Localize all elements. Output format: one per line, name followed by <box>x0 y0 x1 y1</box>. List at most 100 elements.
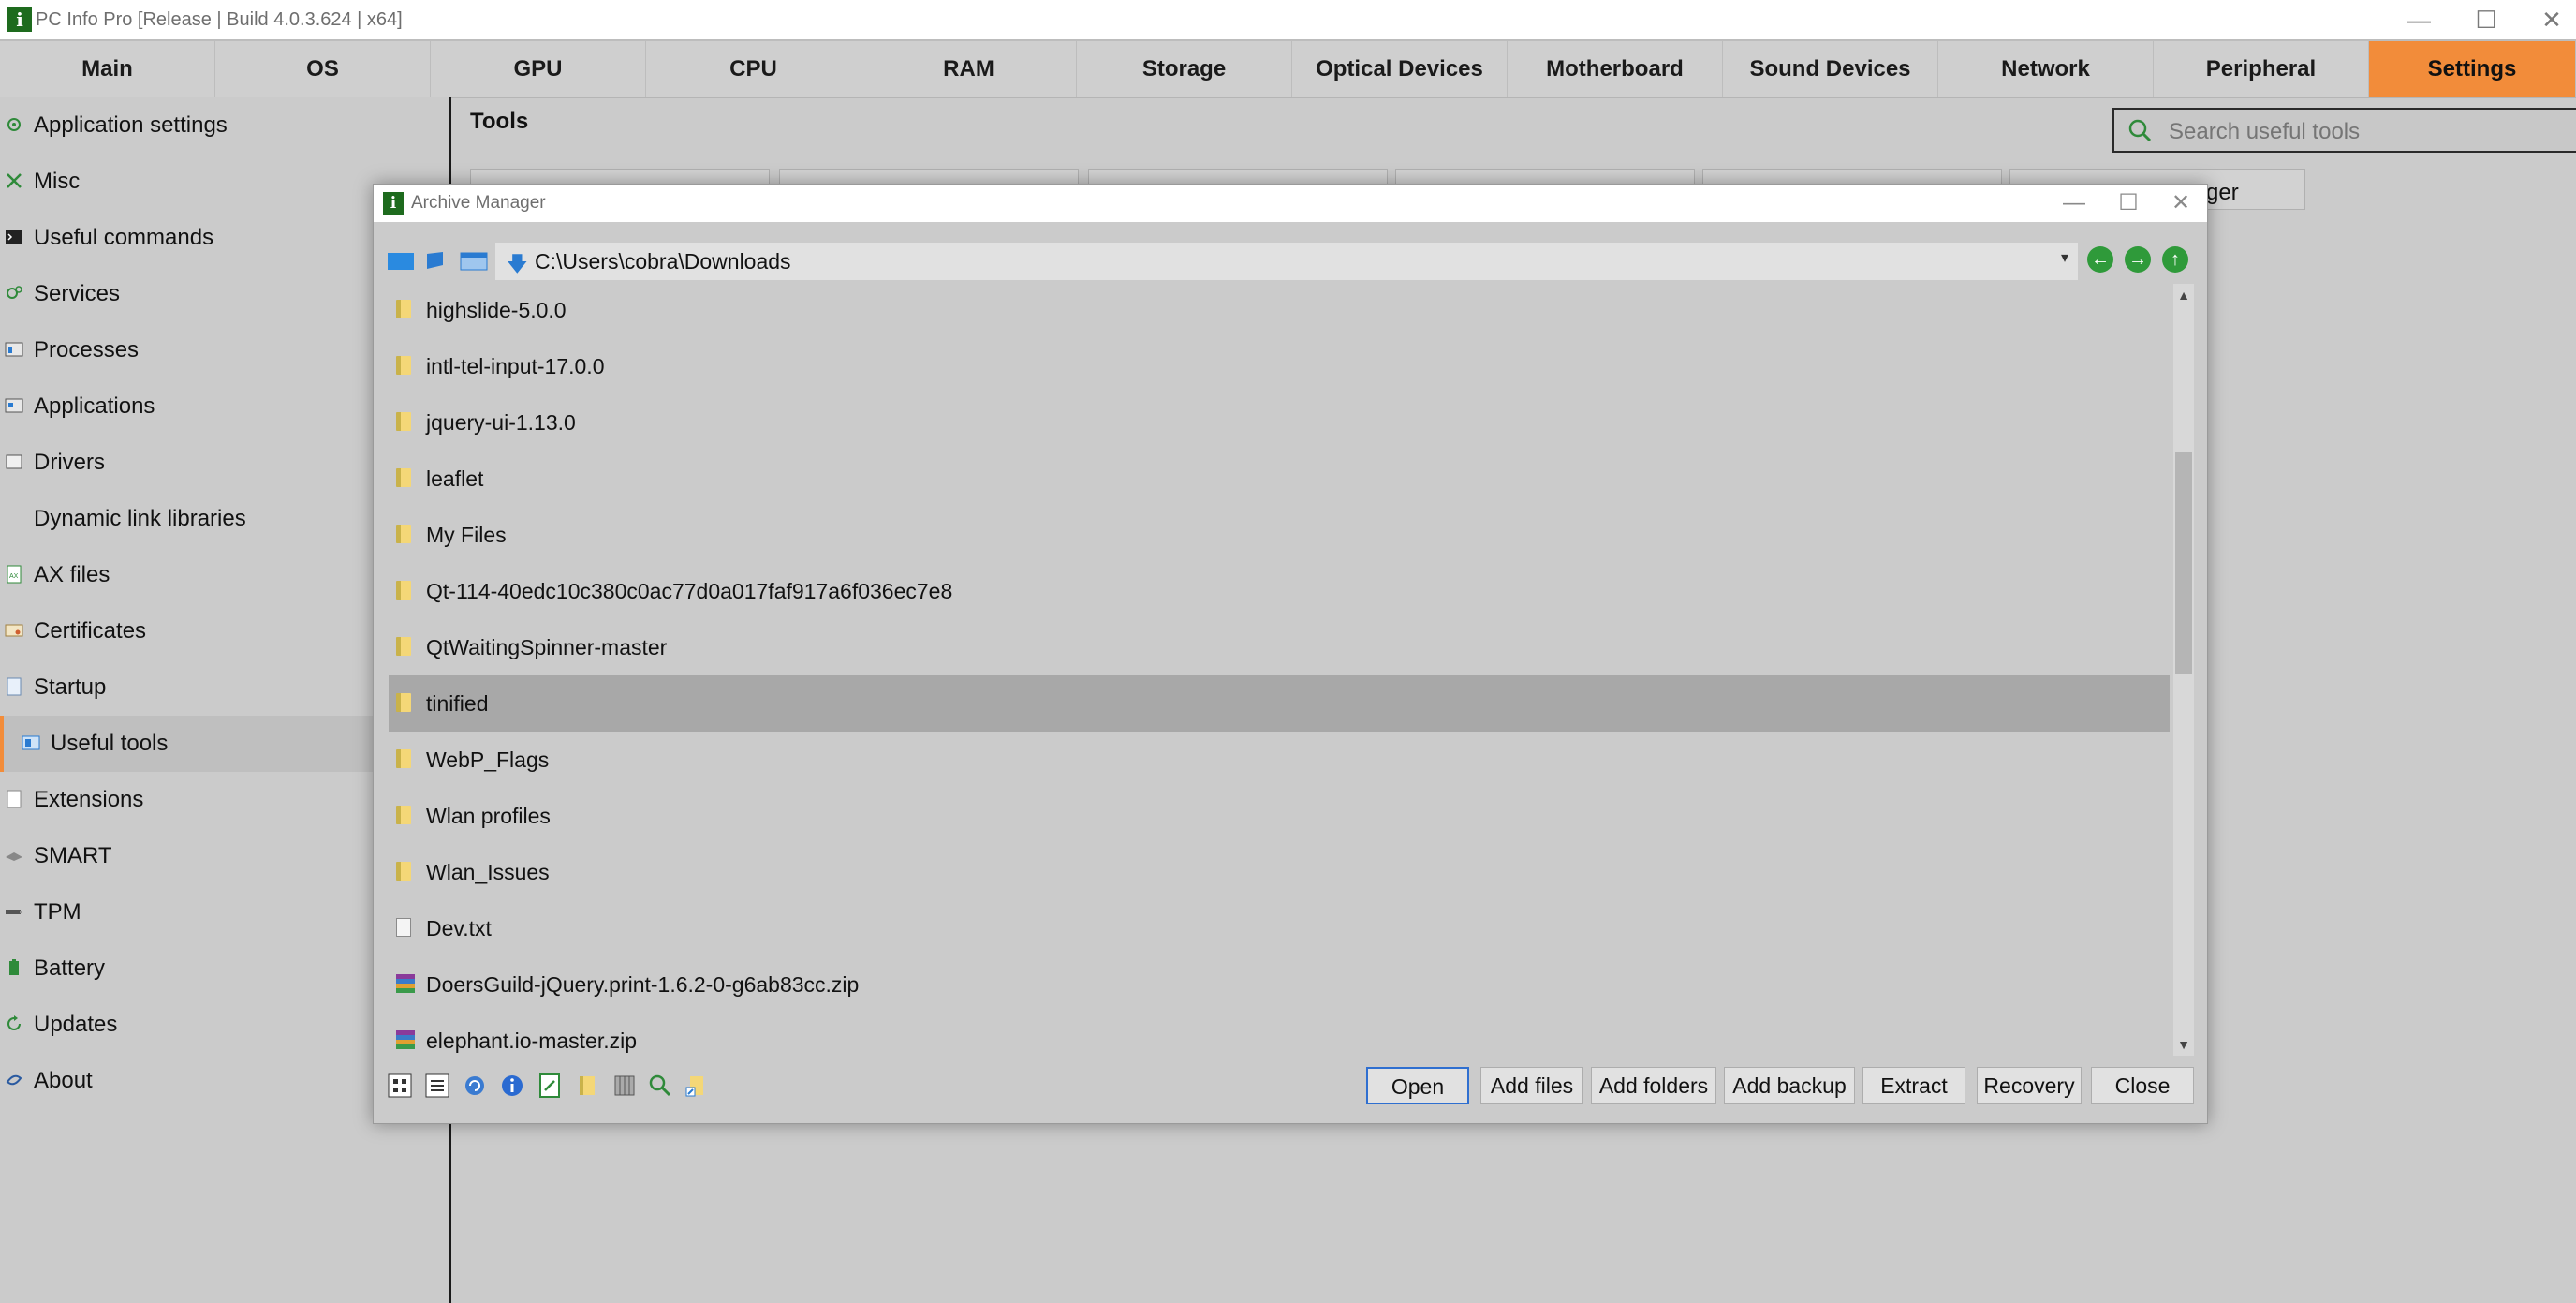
sidebar-item-label: About <box>34 1068 93 1093</box>
add-backup-button[interactable]: Add backup <box>1724 1067 1855 1104</box>
open-button[interactable]: Open <box>1366 1067 1469 1104</box>
grid-view-icon[interactable] <box>387 1073 413 1099</box>
list-item[interactable]: My Files <box>389 507 2170 563</box>
folder-icon[interactable] <box>574 1073 600 1099</box>
forward-button[interactable]: → <box>2125 246 2151 273</box>
close-window-button[interactable]: ✕ <box>2519 0 2576 39</box>
dialog-close-button[interactable]: ✕ <box>2153 185 2209 222</box>
tab-gpu[interactable]: GPU <box>431 41 646 97</box>
list-item[interactable]: Dev.txt <box>389 900 2170 956</box>
sidebar-item-label: Dynamic link libraries <box>34 506 246 531</box>
list-item[interactable]: jquery-ui-1.13.0 <box>389 394 2170 451</box>
sidebar-item-useful-commands[interactable]: Useful commands <box>0 210 213 266</box>
edit-icon[interactable] <box>537 1073 563 1099</box>
folder-icon <box>396 356 411 375</box>
tab-main[interactable]: Main <box>0 41 215 97</box>
search-input[interactable] <box>2167 117 2573 147</box>
list-item[interactable]: QtWaitingSpinner-master <box>389 619 2170 675</box>
tab-os[interactable]: OS <box>215 41 431 97</box>
sidebar-item-smart[interactable]: SMART <box>0 828 112 884</box>
sidebar-item-processes[interactable]: Processes <box>0 322 139 378</box>
add-folders-button[interactable]: Add folders <box>1591 1067 1716 1104</box>
sidebar-item-label: Startup <box>34 674 107 700</box>
scroll-thumb[interactable] <box>2175 452 2192 674</box>
close-button[interactable]: Close <box>2091 1067 2194 1104</box>
maximize-button[interactable]: ☐ <box>2453 0 2519 39</box>
tab-ram[interactable]: RAM <box>861 41 1077 97</box>
recovery-button[interactable]: Recovery <box>1977 1067 2082 1104</box>
scroll-up-icon[interactable]: ▲ <box>2173 284 2194 306</box>
minimize-button[interactable]: — <box>2386 0 2451 39</box>
list-item[interactable]: elephant.io-master.zip <box>389 1013 2170 1059</box>
refresh-icon[interactable] <box>462 1073 488 1099</box>
file-name: elephant.io-master.zip <box>426 1029 638 1053</box>
sidebar-item-label: AX files <box>34 562 110 587</box>
list-item[interactable]: intl-tel-input-17.0.0 <box>389 338 2170 394</box>
tab-cpu[interactable]: CPU <box>646 41 861 97</box>
tab-settings[interactable]: Settings <box>2369 41 2576 97</box>
up-button[interactable]: ↑ <box>2162 246 2188 273</box>
list-item-selected[interactable]: tinified <box>389 675 2170 732</box>
tab-network[interactable]: Network <box>1938 41 2154 97</box>
list-item[interactable]: Wlan_Issues <box>389 844 2170 900</box>
chevron-down-icon[interactable]: ▾ <box>2061 248 2068 267</box>
sidebar-item-tpm[interactable]: TPM <box>0 884 81 940</box>
sidebar-item-startup[interactable]: Startup <box>0 659 106 716</box>
sidebar-item-label: Extensions <box>34 787 144 812</box>
file-list: highslide-5.0.0 intl-tel-input-17.0.0 jq… <box>389 282 2171 1059</box>
folder-shortcut-icon[interactable] <box>683 1073 709 1099</box>
folder-icon <box>396 300 411 318</box>
terminal-icon <box>6 230 22 244</box>
computer-icon[interactable] <box>387 250 415 273</box>
tab-sound-devices[interactable]: Sound Devices <box>1723 41 1938 97</box>
list-item[interactable]: leaflet <box>389 451 2170 507</box>
sidebar-item-certificates[interactable]: Certificates <box>0 603 146 659</box>
list-item[interactable]: DoersGuild-jQuery.print-1.6.2-0-g6ab83cc… <box>389 956 2170 1013</box>
sidebar-item-label: Drivers <box>34 450 105 475</box>
useful-tools-icon <box>22 735 40 750</box>
list-item[interactable]: WebP_Flags <box>389 732 2170 788</box>
sidebar-item-battery[interactable]: Battery <box>0 940 105 997</box>
dll-icon <box>4 509 24 527</box>
tab-peripheral[interactable]: Peripheral <box>2154 41 2369 97</box>
dialog-maximize-button[interactable]: ☐ <box>2100 185 2156 222</box>
sidebar-item-services[interactable]: Services <box>0 266 120 322</box>
sidebar-item-extensions[interactable]: Extensions <box>0 772 143 828</box>
tab-storage[interactable]: Storage <box>1077 41 1292 97</box>
search-box[interactable] <box>2112 108 2576 153</box>
scroll-down-icon[interactable]: ▼ <box>2173 1033 2194 1056</box>
sidebar-item-misc[interactable]: Misc <box>0 154 80 210</box>
sidebar-item-about[interactable]: About <box>0 1053 93 1109</box>
window-icon[interactable] <box>460 250 488 273</box>
add-files-button[interactable]: Add files <box>1480 1067 1583 1104</box>
info-icon[interactable] <box>499 1073 525 1099</box>
tab-motherboard[interactable]: Motherboard <box>1508 41 1723 97</box>
list-item[interactable]: highslide-5.0.0 <box>389 282 2170 338</box>
sidebar-item-label: Useful commands <box>34 225 214 250</box>
sidebar-item-drivers[interactable]: Drivers <box>0 435 105 491</box>
sidebar-item-updates[interactable]: Updates <box>0 997 117 1053</box>
list-item[interactable]: Qt-114-40edc10c380c0ac77d0a017faf917a6f0… <box>389 563 2170 619</box>
back-button[interactable]: ← <box>2087 246 2113 273</box>
tool-button-label: ger <box>2206 180 2239 205</box>
tpm-icon <box>6 909 22 914</box>
smart-icon <box>6 851 22 861</box>
sidebar-item-ax-files[interactable]: AX AX files <box>0 547 110 603</box>
sidebar-item-dynamic-link-libraries[interactable]: Dynamic link libraries <box>0 491 246 547</box>
sidebar-item-application-settings[interactable]: Application settings <box>0 97 228 154</box>
vertical-scrollbar[interactable]: ▲ ▼ <box>2173 284 2194 1056</box>
tab-optical-devices[interactable]: Optical Devices <box>1292 41 1508 97</box>
desktop-icon[interactable] <box>424 250 452 273</box>
sidebar-item-label: Updates <box>34 1012 118 1037</box>
updates-icon <box>7 1014 21 1030</box>
path-combobox[interactable]: 🡇 C:\Users\cobra\Downloads ▾ <box>495 243 2078 280</box>
battery-icon <box>9 958 19 975</box>
sidebar-item-applications[interactable]: Applications <box>0 378 155 435</box>
extract-button[interactable]: Extract <box>1862 1067 1965 1104</box>
list-item[interactable]: Wlan profiles <box>389 788 2170 844</box>
list-view-icon[interactable] <box>424 1073 450 1099</box>
archive-tool-icon[interactable] <box>611 1073 638 1099</box>
search-files-icon[interactable] <box>647 1073 673 1099</box>
services-icon <box>7 285 22 299</box>
dialog-minimize-button[interactable]: — <box>2046 185 2102 222</box>
